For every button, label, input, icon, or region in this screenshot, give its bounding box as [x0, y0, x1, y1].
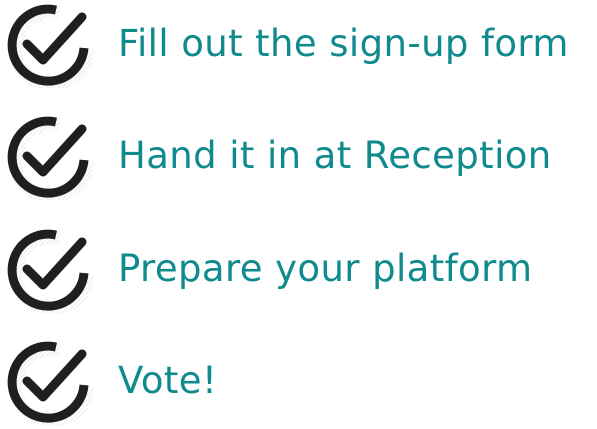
checklist-item: Prepare your platform: [0, 225, 597, 317]
checklist: Fill out the sign-up form Hand it in at …: [0, 0, 597, 429]
checklist-item-label: Prepare your platform: [118, 247, 533, 290]
check-circle-icon: [4, 116, 100, 200]
checklist-item: Vote!: [0, 337, 597, 429]
checklist-item: Fill out the sign-up form: [0, 0, 597, 92]
check-circle-icon: [4, 4, 100, 88]
check-circle-icon: [4, 229, 100, 313]
checklist-item: Hand it in at Reception: [0, 112, 597, 204]
checklist-item-label: Fill out the sign-up form: [118, 22, 569, 65]
checklist-item-label: Vote!: [118, 359, 218, 402]
check-circle-icon: [4, 341, 100, 425]
checklist-item-label: Hand it in at Reception: [118, 134, 552, 177]
